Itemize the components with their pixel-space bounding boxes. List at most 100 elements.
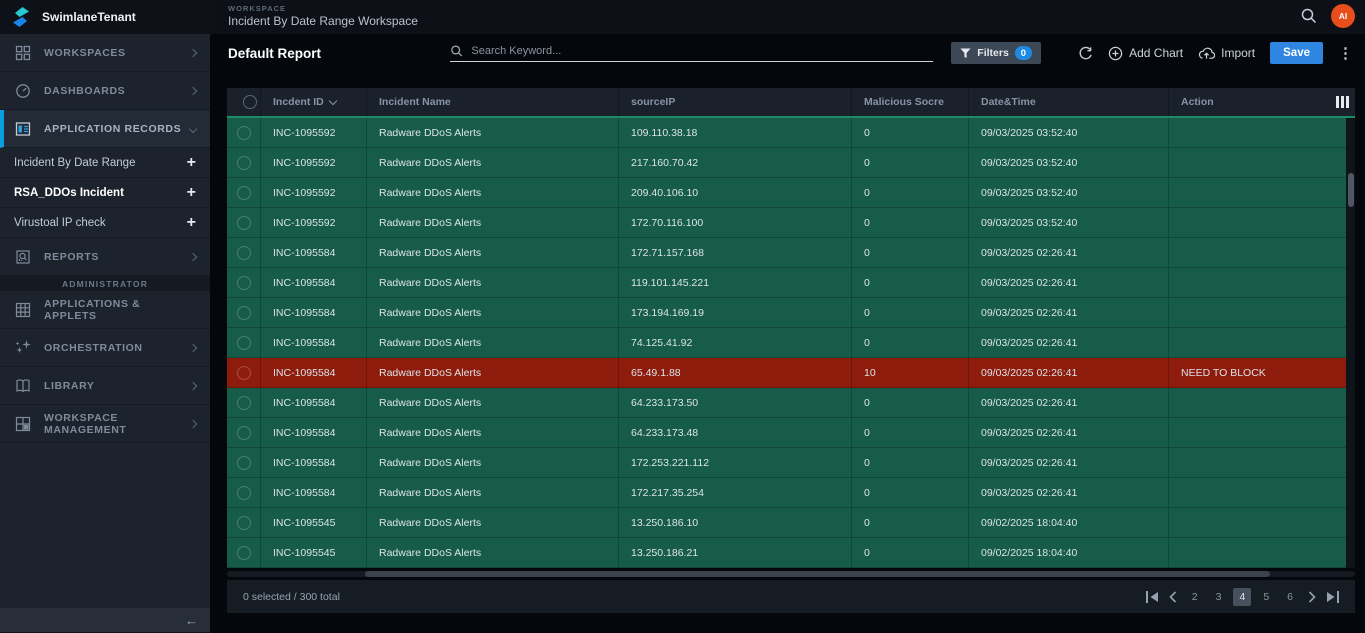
row-select-cell (227, 418, 261, 447)
filters-button[interactable]: Filters 0 (951, 42, 1042, 64)
collapse-arrow-icon[interactable]: ← (185, 613, 198, 628)
row-radio[interactable] (236, 455, 251, 470)
row-radio[interactable] (236, 365, 251, 380)
sidebar-item-dashboards[interactable]: DASHBOARDS (0, 72, 210, 110)
sidebar-item-application-records[interactable]: APPLICATION RECORDS (0, 110, 210, 148)
sidebar: SwimlaneTenant WORKSPACES DASHBOARDS APP… (0, 0, 210, 633)
row-radio[interactable] (236, 395, 251, 410)
global-search-icon[interactable] (1300, 7, 1318, 25)
kebab-menu-icon[interactable]: ⋮ (1338, 46, 1353, 61)
table-row[interactable]: INC-1095545 Radware DDoS Alerts 13.250.1… (227, 508, 1355, 538)
previous-page-button[interactable] (1169, 590, 1177, 603)
row-radio[interactable] (236, 515, 251, 530)
row-radio[interactable] (236, 125, 251, 140)
column-header-incident-id[interactable]: Incdent ID (261, 88, 367, 116)
record-item-incident-by-date-range[interactable]: Incident By Date Range + (0, 148, 210, 178)
sidebar-collapse-bar[interactable]: ← (0, 608, 210, 633)
cell-datetime: 09/03/2025 02:26:41 (969, 418, 1169, 447)
column-header-datetime[interactable]: Date&Time (969, 88, 1169, 116)
row-radio[interactable] (236, 185, 251, 200)
table-row[interactable]: INC-1095584 Radware DDoS Alerts 65.49.1.… (227, 358, 1355, 388)
import-button[interactable]: Import (1198, 46, 1255, 60)
user-avatar[interactable]: AI (1331, 4, 1355, 28)
next-page-button[interactable] (1308, 590, 1316, 603)
cell-source-ip: 64.233.173.48 (619, 418, 852, 447)
table-row[interactable]: INC-1095584 Radware DDoS Alerts 64.233.1… (227, 388, 1355, 418)
last-page-button[interactable] (1325, 590, 1339, 603)
table-row[interactable]: INC-1095584 Radware DDoS Alerts 74.125.4… (227, 328, 1355, 358)
search-input[interactable] (471, 45, 934, 57)
row-radio[interactable] (236, 485, 251, 500)
table-row[interactable]: INC-1095584 Radware DDoS Alerts 172.253.… (227, 448, 1355, 478)
table-row[interactable]: INC-1095584 Radware DDoS Alerts 119.101.… (227, 268, 1355, 298)
cell-incident-name: Radware DDoS Alerts (367, 118, 619, 147)
chevron-right-icon (188, 48, 198, 57)
table-row[interactable]: INC-1095584 Radware DDoS Alerts 172.71.1… (227, 238, 1355, 268)
table-row[interactable]: INC-1095545 Radware DDoS Alerts 13.250.1… (227, 538, 1355, 568)
row-radio[interactable] (236, 425, 251, 440)
table-row[interactable]: INC-1095592 Radware DDoS Alerts 172.70.1… (227, 208, 1355, 238)
row-radio[interactable] (236, 155, 251, 170)
sidebar-item-applications-applets[interactable]: APPLICATIONS & APPLETS (0, 291, 210, 329)
cell-incident-name: Radware DDoS Alerts (367, 238, 619, 267)
table-row[interactable]: INC-1095592 Radware DDoS Alerts 217.160.… (227, 148, 1355, 178)
record-item-virustoal-ip-check[interactable]: Virustoal IP check + (0, 208, 210, 238)
cell-incident-name: Radware DDoS Alerts (367, 388, 619, 417)
row-radio[interactable] (236, 245, 251, 260)
refresh-button[interactable] (1078, 46, 1093, 61)
cell-datetime: 09/03/2025 03:52:40 (969, 208, 1169, 237)
report-title: Default Report (228, 45, 322, 61)
table-row[interactable]: INC-1095584 Radware DDoS Alerts 172.217.… (227, 478, 1355, 508)
row-radio[interactable] (236, 305, 251, 320)
table-row[interactable]: INC-1095584 Radware DDoS Alerts 173.194.… (227, 298, 1355, 328)
cell-malicious-score: 0 (852, 448, 969, 477)
table-row[interactable]: INC-1095584 Radware DDoS Alerts 64.233.1… (227, 418, 1355, 448)
sidebar-item-orchestration[interactable]: ORCHESTRATION (0, 329, 210, 367)
topbar: WORKSPACE Incident By Date Range Workspa… (210, 0, 1365, 34)
first-page-button[interactable] (1145, 590, 1160, 603)
page-number-button[interactable]: 3 (1210, 588, 1228, 606)
sidebar-item-label: DASHBOARDS (44, 84, 126, 97)
table-row[interactable]: INC-1095592 Radware DDoS Alerts 209.40.1… (227, 178, 1355, 208)
page-number-button[interactable]: 5 (1257, 588, 1275, 606)
page-number-button[interactable]: 2 (1186, 588, 1204, 606)
save-button[interactable]: Save (1270, 42, 1323, 64)
cell-action (1169, 478, 1355, 507)
keyword-search (450, 44, 934, 62)
column-settings-icon[interactable] (1336, 96, 1349, 108)
chevron-right-icon (188, 252, 198, 261)
row-radio[interactable] (236, 545, 251, 560)
row-radio[interactable] (236, 335, 251, 350)
row-radio[interactable] (236, 215, 251, 230)
select-all-radio[interactable] (242, 95, 257, 109)
cell-action (1169, 418, 1355, 447)
sidebar-item-workspace-management[interactable]: WORKSPACE MANAGEMENT (0, 405, 210, 443)
add-chart-button[interactable]: Add Chart (1108, 46, 1183, 61)
sidebar-item-reports[interactable]: REPORTS (0, 238, 210, 276)
cell-source-ip: 173.194.169.19 (619, 298, 852, 327)
page-number-button[interactable]: 6 (1281, 588, 1299, 606)
column-header-incident-name[interactable]: Incident Name (367, 88, 619, 116)
cell-datetime: 09/03/2025 02:26:41 (969, 388, 1169, 417)
vertical-scrollbar-thumb[interactable] (1347, 173, 1354, 207)
cell-datetime: 09/03/2025 02:26:41 (969, 448, 1169, 477)
add-record-icon[interactable]: + (187, 184, 196, 201)
sidebar-item-workspaces[interactable]: WORKSPACES (0, 34, 210, 72)
selection-summary: 0 selected / 300 total (243, 590, 340, 603)
record-item-rsa-ddos-incident[interactable]: RSA_DDOs Incident + (0, 178, 210, 208)
add-record-icon[interactable]: + (187, 154, 196, 171)
table-body: INC-1095592 Radware DDoS Alerts 109.110.… (227, 118, 1355, 568)
cell-action (1169, 298, 1355, 327)
column-header-sourceip[interactable]: sourceIP (619, 88, 852, 116)
page-number-button[interactable]: 4 (1233, 587, 1252, 606)
column-header-action[interactable]: Action (1169, 88, 1355, 116)
add-record-icon[interactable]: + (187, 214, 196, 231)
sidebar-item-library[interactable]: LIBRARY (0, 367, 210, 405)
column-header-malicious-score[interactable]: Malicious Socre (852, 88, 969, 116)
reports-icon (14, 248, 32, 266)
horizontal-scrollbar-thumb[interactable] (365, 571, 1270, 577)
cell-incident-name: Radware DDoS Alerts (367, 508, 619, 537)
table-row[interactable]: INC-1095592 Radware DDoS Alerts 109.110.… (227, 118, 1355, 148)
row-radio[interactable] (236, 275, 251, 290)
cell-action (1169, 328, 1355, 357)
